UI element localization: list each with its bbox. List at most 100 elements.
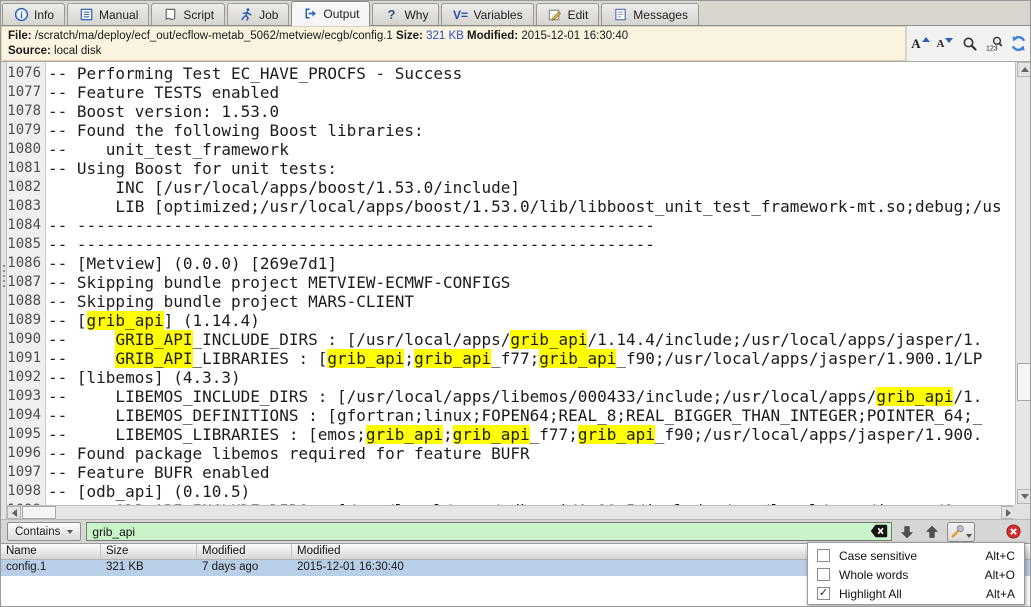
scroll-down-button[interactable] bbox=[1017, 489, 1031, 504]
horizontal-scrollbar[interactable] bbox=[7, 505, 1015, 519]
splitter-grip-icon bbox=[3, 265, 5, 267]
search-mode-label: Contains bbox=[15, 526, 60, 538]
search-icon bbox=[962, 36, 978, 52]
tab-variables[interactable]: V=Variables bbox=[441, 3, 533, 25]
search-options-button[interactable] bbox=[947, 522, 975, 542]
tab-label: Edit bbox=[568, 8, 589, 22]
wrench-icon bbox=[950, 524, 965, 539]
search-mode-dropdown[interactable]: Contains bbox=[7, 522, 81, 541]
checkbox-unchecked-icon[interactable] bbox=[817, 549, 830, 562]
vertical-scrollbar[interactable] bbox=[1015, 62, 1031, 505]
source-label: Source: bbox=[8, 45, 51, 57]
line-number: 1090 bbox=[7, 330, 45, 349]
tab-label: Messages bbox=[633, 8, 688, 22]
modified-label: Modified: bbox=[467, 30, 518, 42]
search-options-menu: Case sensitive Alt+C Whole words Alt+O ✓ High… bbox=[807, 542, 1025, 605]
horizontal-scroll-thumb[interactable] bbox=[22, 506, 56, 519]
log-text-view[interactable]: -- Performing Test EC_HAVE_PROCFS - Succ… bbox=[46, 62, 1015, 505]
tab-manual[interactable]: Manual bbox=[67, 3, 149, 25]
log-line: -- Skipping bundle project MARS-CLIENT bbox=[48, 292, 1015, 311]
log-text-panel: 1076107710781079108010811082108310841085… bbox=[1, 62, 1031, 505]
menu-item-label: Whole words bbox=[839, 568, 908, 582]
menu-item-case-sensitive[interactable]: Case sensitive Alt+C bbox=[808, 546, 1024, 565]
scroll-up-button[interactable] bbox=[1017, 62, 1031, 77]
line-number: 1082 bbox=[7, 178, 45, 197]
goto-line-button[interactable]: 123 bbox=[983, 32, 1005, 56]
menu-item-highlight-all[interactable]: ✓ Highlight All Alt+A bbox=[808, 584, 1024, 603]
tab-messages[interactable]: Messages bbox=[601, 3, 699, 25]
line-number: 1078 bbox=[7, 102, 45, 121]
messages-icon bbox=[612, 7, 628, 23]
search-highlight: GRIB_API bbox=[115, 349, 192, 368]
tab-why[interactable]: ?Why bbox=[372, 3, 439, 25]
menu-item-whole-words[interactable]: Whole words Alt+O bbox=[808, 565, 1024, 584]
log-line: -- unit_test_framework bbox=[48, 140, 1015, 159]
line-number: 1095 bbox=[7, 425, 45, 444]
reload-button[interactable] bbox=[1008, 32, 1030, 56]
output-icon bbox=[302, 6, 318, 22]
file-info-text: File: /scratch/ma/deploy/ecf_out/ecflow-… bbox=[1, 26, 906, 61]
tab-label: Output bbox=[323, 7, 359, 21]
goto-line-icon: 123 bbox=[985, 36, 1003, 52]
menu-item-label: Highlight All bbox=[839, 587, 902, 601]
column-header-modified-2[interactable]: Modified bbox=[197, 544, 292, 559]
line-number: 1091 bbox=[7, 349, 45, 368]
checkbox-checked-icon[interactable]: ✓ bbox=[817, 587, 830, 600]
close-search-button[interactable] bbox=[1005, 523, 1022, 540]
line-number: 1094 bbox=[7, 406, 45, 425]
checkbox-unchecked-icon[interactable] bbox=[817, 568, 830, 581]
column-header-name-0[interactable]: Name bbox=[1, 544, 101, 559]
clear-search-icon[interactable] bbox=[870, 524, 888, 538]
tab-edit[interactable]: Edit bbox=[536, 3, 600, 25]
font-decrease-button[interactable]: A bbox=[934, 32, 956, 56]
menu-item-shortcut: Alt+O bbox=[985, 568, 1015, 582]
file-info-line2: Source: local disk bbox=[8, 44, 899, 59]
tab-info[interactable]: iInfo bbox=[2, 3, 65, 25]
search-highlight: GRIB_API bbox=[115, 330, 192, 349]
info-icon: i bbox=[13, 7, 29, 23]
source-value: local disk bbox=[54, 45, 101, 57]
font-increase-button[interactable]: A bbox=[910, 32, 932, 56]
search-highlight: grib_api bbox=[327, 349, 404, 368]
log-line: -- [grib_api] (1.14.4) bbox=[48, 311, 1015, 330]
log-line: -- LIBEMOS_DEFINITIONS : [gfortran;linux… bbox=[48, 406, 1015, 425]
tab-job[interactable]: Job bbox=[227, 3, 289, 25]
search-highlight: grib_api bbox=[366, 425, 443, 444]
log-line: -- LIBEMOS_LIBRARIES : [emos;grib_api;gr… bbox=[48, 425, 1015, 444]
line-number: 1081 bbox=[7, 159, 45, 178]
vertical-scroll-thumb[interactable] bbox=[1017, 363, 1031, 401]
log-line: -- Using Boost for unit tests: bbox=[48, 159, 1015, 178]
find-prev-button[interactable] bbox=[922, 522, 942, 542]
search-button[interactable] bbox=[959, 32, 981, 56]
file-list-cell: 7 days ago bbox=[197, 560, 292, 576]
line-number: 1076 bbox=[7, 64, 45, 83]
triangle-right-icon bbox=[1006, 509, 1011, 517]
search-input[interactable] bbox=[86, 522, 892, 541]
log-line: -- Feature TESTS enabled bbox=[48, 83, 1015, 102]
line-number: 1083 bbox=[7, 197, 45, 216]
menu-item-shortcut: Alt+A bbox=[986, 587, 1015, 601]
menu-item-shortcut: Alt+C bbox=[985, 549, 1015, 563]
viewer-toolbar: AA 123 bbox=[906, 26, 1031, 61]
line-number: 1085 bbox=[7, 235, 45, 254]
script-icon bbox=[162, 7, 178, 23]
line-number: 1088 bbox=[7, 292, 45, 311]
column-header-size-1[interactable]: Size bbox=[101, 544, 197, 559]
line-number: 1098 bbox=[7, 482, 45, 501]
line-number: 1084 bbox=[7, 216, 45, 235]
log-line: -- GRIB_API_INCLUDE_DIRS : [/usr/local/a… bbox=[48, 330, 1015, 349]
font-increase-icon: A bbox=[911, 36, 929, 52]
caret-down-icon bbox=[67, 530, 73, 534]
log-line: -- GRIB_API_LIBRARIES : [grib_api;grib_a… bbox=[48, 349, 1015, 368]
file-list-cell: config.1 bbox=[1, 560, 101, 576]
search-highlight: grib_api bbox=[876, 387, 953, 406]
log-line: LIB [optimized;/usr/local/apps/boost/1.5… bbox=[48, 197, 1015, 216]
tab-script[interactable]: Script bbox=[151, 3, 225, 25]
menu-item-label: Case sensitive bbox=[839, 549, 917, 563]
scroll-left-button[interactable] bbox=[7, 506, 21, 519]
job-icon bbox=[238, 7, 254, 23]
log-line: -- Skipping bundle project METVIEW-ECMWF… bbox=[48, 273, 1015, 292]
size-label: Size: bbox=[396, 30, 423, 42]
find-next-button[interactable] bbox=[897, 522, 917, 542]
tab-output[interactable]: Output bbox=[291, 1, 370, 26]
